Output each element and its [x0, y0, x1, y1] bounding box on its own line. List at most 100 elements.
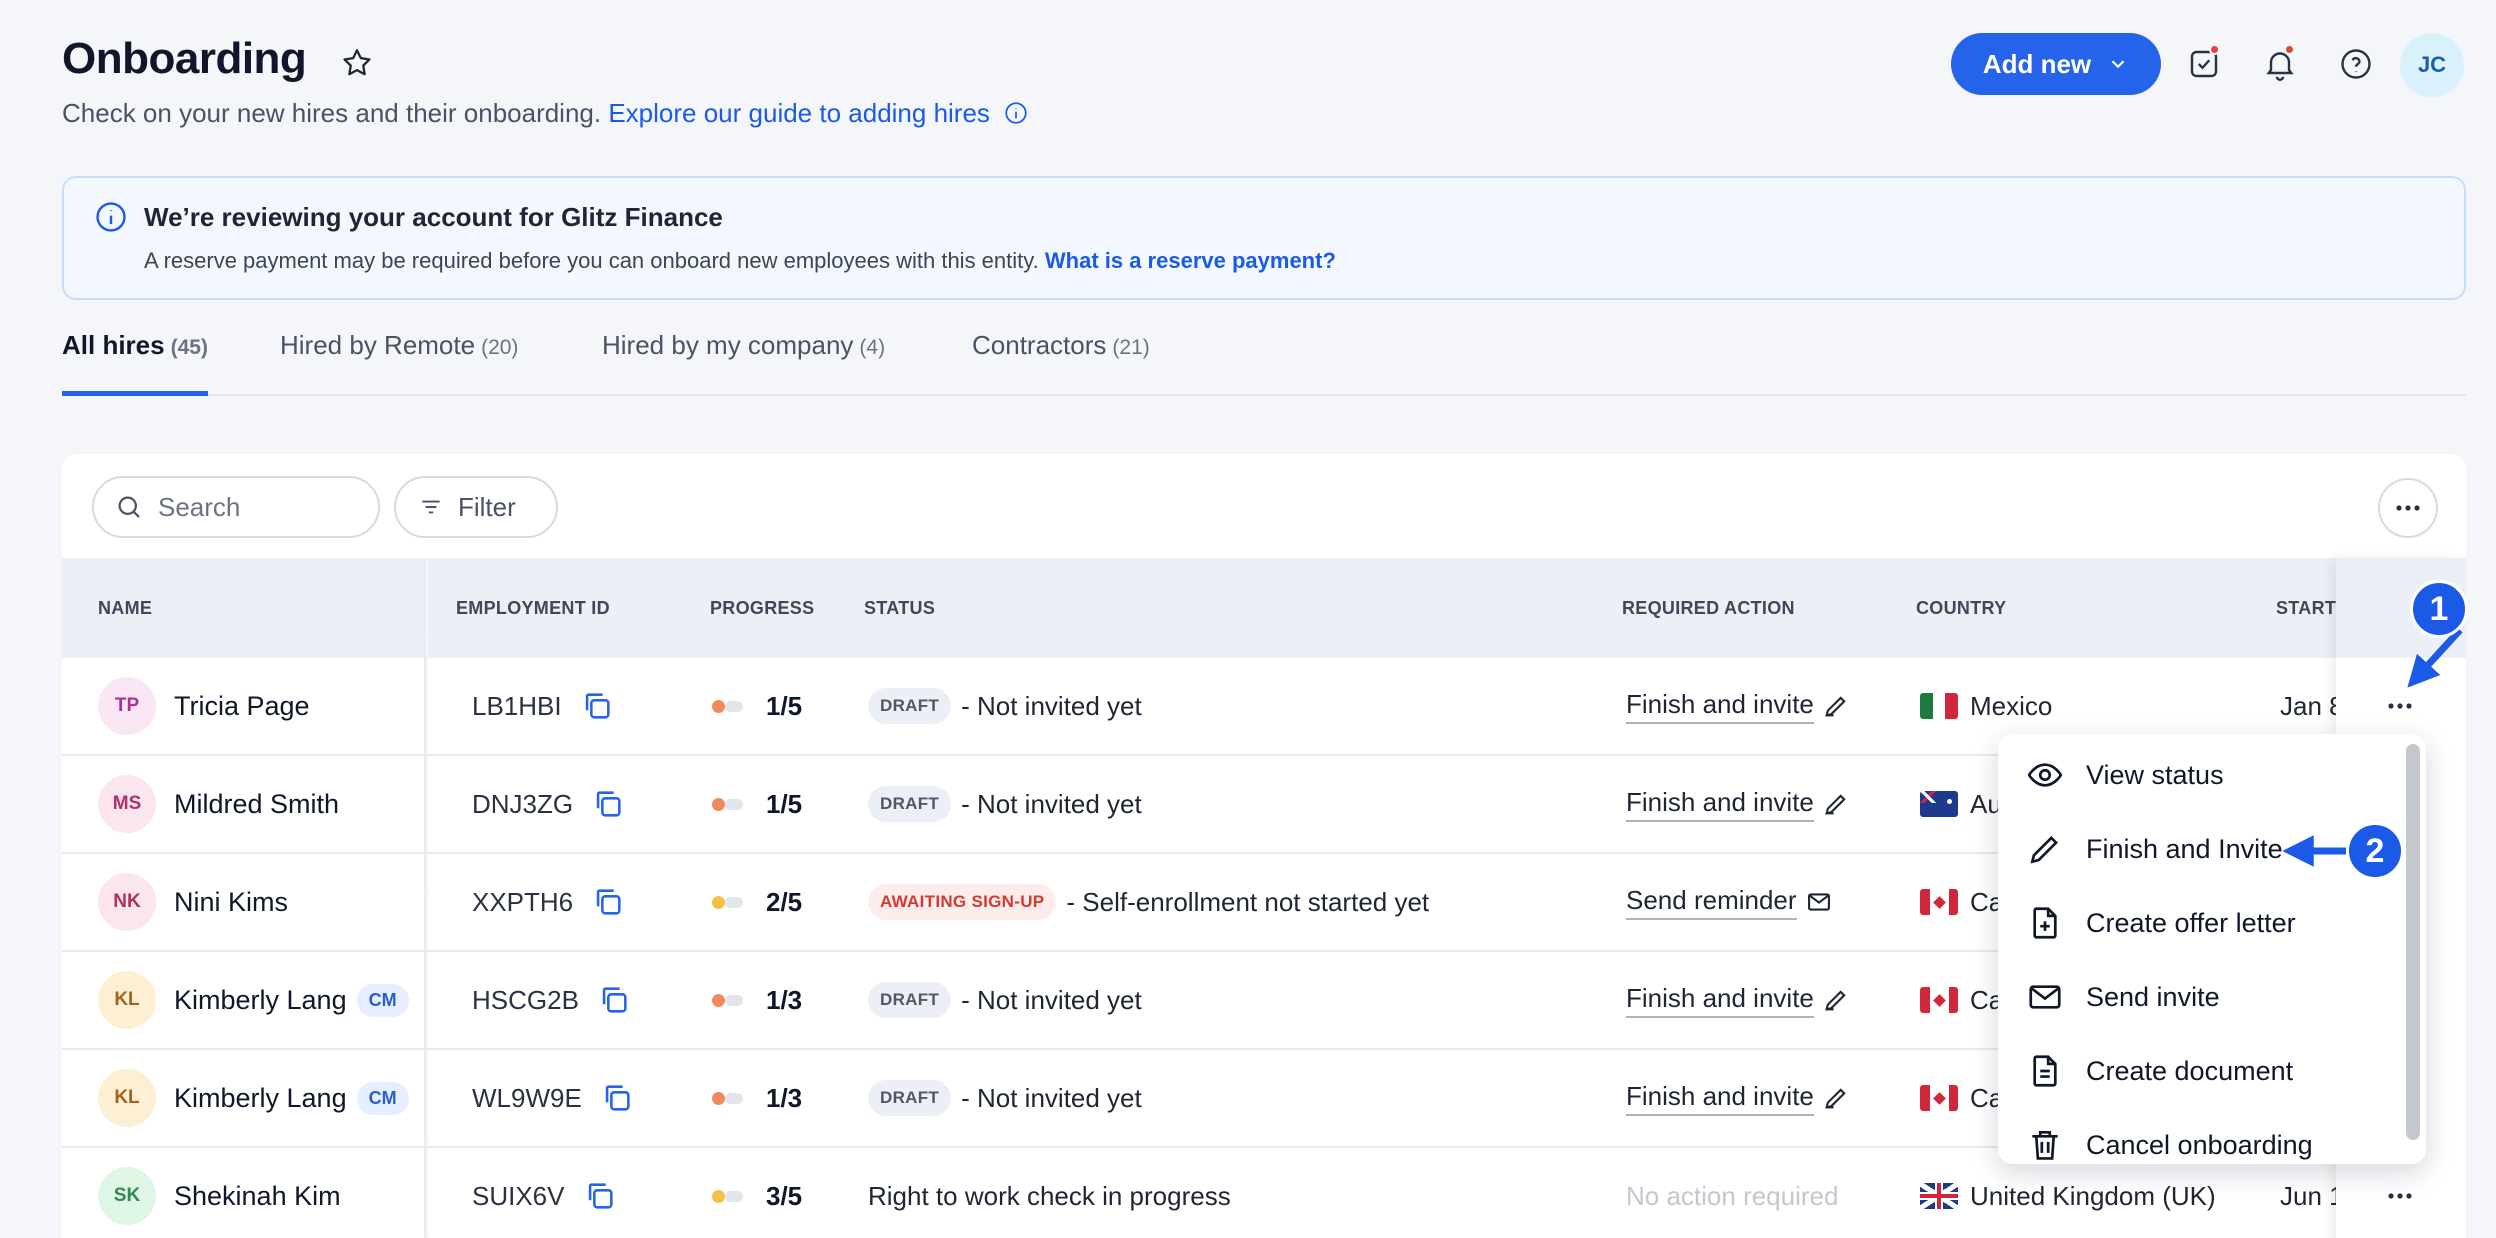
account-review-banner: We’re reviewing your account for Glitz F… — [62, 176, 2466, 300]
filter-icon — [422, 500, 440, 514]
info-icon — [96, 202, 126, 232]
avatar: TP — [98, 677, 156, 735]
tab-hired-by-remote[interactable]: Hired by Remote (20) — [280, 330, 518, 396]
tab-hired-by-my-company[interactable]: Hired by my company (4) — [602, 330, 885, 396]
finish-and-invite-link[interactable]: Finish and invite — [1626, 1050, 1850, 1146]
no-action-text: No action required — [1626, 1180, 1839, 1211]
australia-flag-icon — [1920, 791, 1958, 817]
finish-and-invite-link[interactable]: Finish and invite — [1626, 952, 1850, 1048]
hire-name[interactable]: Kimberly Lang — [174, 1083, 347, 1114]
subtitle-text: Check on your new hires and their onboar… — [62, 98, 602, 128]
bell-icon[interactable] — [2262, 44, 2298, 82]
progress-indicator — [712, 1091, 744, 1105]
table-header: NAME EMPLOYMENT ID PROGRESS STATUS REQUI… — [62, 558, 2466, 658]
menu-cancel-onboarding[interactable]: Cancel onboarding — [1998, 1108, 2398, 1164]
col-start[interactable]: START — [2276, 598, 2336, 619]
file-plus-icon — [2033, 907, 2057, 939]
table-more-button[interactable] — [2378, 478, 2438, 538]
add-new-label: Add new — [1982, 48, 2092, 79]
more-horizontal-icon — [2396, 505, 2420, 511]
mexico-flag-icon — [1920, 693, 1958, 719]
col-required-action[interactable]: REQUIRED ACTION — [1622, 598, 1795, 619]
avatar: SK — [98, 1167, 156, 1225]
employment-id: SUIX6V — [472, 1180, 565, 1211]
hire-name[interactable]: Nini Kims — [174, 887, 288, 918]
progress-indicator — [712, 1189, 744, 1203]
guide-link[interactable]: Explore our guide to adding hires — [608, 98, 990, 128]
copy-icon[interactable] — [600, 1081, 634, 1115]
info-icon[interactable] — [1003, 100, 1029, 126]
menu-create-document[interactable]: Create document — [1998, 1034, 2398, 1108]
filter-button[interactable]: Filter — [394, 476, 558, 538]
avatar: KL — [98, 971, 156, 1029]
start-date: Jan 8 — [2280, 690, 2344, 721]
page-title: Onboarding — [62, 34, 307, 83]
copy-icon[interactable] — [597, 983, 631, 1017]
start-date: Jun 1 — [2280, 1180, 2344, 1211]
search-input[interactable]: Search — [92, 476, 380, 538]
tab-contractors[interactable]: Contractors (21) — [972, 330, 1150, 396]
tasks-icon[interactable] — [2186, 44, 2222, 82]
employment-id: WL9W9E — [472, 1082, 582, 1113]
copy-icon[interactable] — [583, 1179, 617, 1213]
status-badge: DRAFT — [868, 688, 952, 724]
progress-value: 3/5 — [766, 1180, 803, 1211]
menu-scrollbar[interactable] — [2406, 744, 2420, 1140]
hire-name[interactable]: Kimberly Lang — [174, 985, 347, 1016]
user-avatar[interactable]: JC — [2400, 33, 2464, 97]
col-status[interactable]: STATUS — [864, 598, 935, 619]
row-more-button[interactable] — [2378, 1174, 2422, 1218]
more-horizontal-icon — [2388, 1193, 2412, 1199]
col-country[interactable]: COUNTRY — [1916, 598, 2006, 619]
status-text: - Not invited yet — [961, 984, 1142, 1015]
menu-send-invite[interactable]: Send invite — [1998, 960, 2398, 1034]
employment-id: DNJ3ZG — [472, 788, 574, 819]
help-icon[interactable] — [2338, 46, 2374, 82]
mail-icon — [1807, 893, 1830, 911]
progress-value: 1/3 — [766, 1082, 803, 1113]
employment-id: HSCG2B — [472, 984, 579, 1015]
progress-value: 1/5 — [766, 690, 803, 721]
annotation-step-2: 2 — [2346, 822, 2404, 880]
col-name[interactable]: NAME — [98, 598, 152, 619]
canada-flag-icon — [1920, 987, 1958, 1013]
status-text: - Not invited yet — [961, 788, 1142, 819]
pencil-icon — [1825, 1088, 1846, 1109]
hire-name[interactable]: Shekinah Kim — [174, 1181, 341, 1212]
eye-icon — [2027, 763, 2063, 787]
hire-name[interactable]: Tricia Page — [174, 691, 310, 722]
uk-flag-icon — [1920, 1183, 1958, 1209]
menu-create-offer-letter[interactable]: Create offer letter — [1998, 886, 2398, 960]
col-progress[interactable]: PROGRESS — [710, 598, 814, 619]
hire-tabs: All hires (45) Hired by Remote (20) Hired … — [62, 330, 2466, 396]
country-name: Mexico — [1970, 690, 2053, 721]
menu-finish-and-invite[interactable]: Finish and Invite — [1998, 812, 2398, 886]
finish-and-invite-link[interactable]: Finish and invite — [1626, 756, 1850, 852]
reserve-payment-link[interactable]: What is a reserve payment? — [1045, 248, 1336, 273]
col-employment-id[interactable]: EMPLOYMENT ID — [456, 598, 610, 619]
star-icon[interactable] — [340, 46, 374, 80]
hire-name[interactable]: Mildred Smith — [174, 789, 339, 820]
copy-icon[interactable] — [591, 885, 625, 919]
avatar: MS — [98, 775, 156, 833]
finish-and-invite-link[interactable]: Finish and invite — [1626, 658, 1850, 754]
status-text: - Self-enrollment not started yet — [1066, 886, 1430, 917]
copy-icon[interactable] — [591, 787, 625, 821]
row-more-button[interactable] — [2378, 684, 2422, 728]
canada-flag-icon — [1920, 1085, 1958, 1111]
progress-value: 1/3 — [766, 984, 803, 1015]
country-name: United Kingdom (UK) — [1970, 1180, 2216, 1211]
search-placeholder: Search — [158, 491, 241, 522]
copy-icon[interactable] — [580, 689, 614, 723]
banner-text-body: A reserve payment may be required before… — [144, 248, 1039, 273]
page-subtitle: Check on your new hires and their onboar… — [62, 98, 1029, 129]
status-text: Right to work check in progress — [868, 1180, 1231, 1211]
tab-all-hires[interactable]: All hires (45) — [62, 330, 208, 396]
menu-view-status[interactable]: View status — [1998, 738, 2398, 812]
row-actions-menu: View status Finish and Invite Create off… — [1998, 734, 2426, 1164]
send-reminder-link[interactable]: Send reminder — [1626, 854, 1833, 950]
chevron-down-icon — [2111, 60, 2125, 69]
progress-value: 1/5 — [766, 788, 803, 819]
canada-flag-icon — [1920, 889, 1958, 915]
add-new-button[interactable]: Add new — [1951, 33, 2161, 95]
